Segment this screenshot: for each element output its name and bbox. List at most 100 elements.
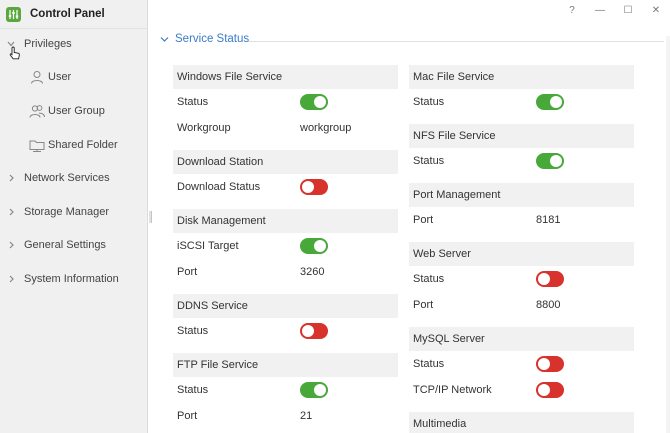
toggle-knob bbox=[538, 358, 550, 370]
chevron-right-icon bbox=[9, 241, 14, 249]
row-value: 8800 bbox=[536, 299, 561, 311]
card-row: Status bbox=[409, 266, 634, 292]
card-row: TCP/IP Network bbox=[409, 377, 634, 403]
sidebar: Control Panel Privileges User User Group… bbox=[0, 0, 148, 433]
card-title: MySQL Server bbox=[409, 327, 634, 351]
row-label: Port bbox=[177, 266, 198, 278]
chevron-right-icon bbox=[9, 174, 14, 182]
app-title: Control Panel bbox=[30, 8, 105, 20]
maximize-button[interactable]: ☐ bbox=[614, 0, 642, 20]
status-toggle[interactable] bbox=[536, 153, 564, 169]
status-toggle[interactable] bbox=[536, 94, 564, 110]
sidebar-item-label: User bbox=[48, 71, 72, 83]
row-label: Status bbox=[413, 273, 445, 285]
sidebar-item-system-information[interactable]: System Information bbox=[0, 264, 147, 294]
card-title: Download Station bbox=[173, 150, 398, 174]
row-label: Status bbox=[177, 325, 209, 337]
toggle-knob bbox=[314, 96, 326, 108]
toggle-knob bbox=[302, 325, 314, 337]
status-toggle[interactable] bbox=[300, 94, 328, 110]
row-label: Workgroup bbox=[177, 122, 231, 134]
status-toggle[interactable] bbox=[300, 382, 328, 398]
sidebar-item-user-group[interactable]: User Group bbox=[0, 96, 147, 126]
card-row: Status bbox=[409, 148, 634, 174]
card-download-station: Download Station Download Status bbox=[173, 150, 398, 200]
card-multimedia: Multimedia bbox=[409, 412, 634, 433]
resize-handle[interactable] bbox=[149, 211, 152, 223]
card-row: Port 21 bbox=[173, 403, 398, 429]
toggle-knob bbox=[538, 384, 550, 396]
card-ftp-file-service: FTP File Service Status Port 21 bbox=[173, 353, 398, 429]
row-label: Status bbox=[413, 155, 445, 167]
sidebar-item-storage-manager[interactable]: Storage Manager bbox=[0, 197, 147, 227]
section-header[interactable]: Service Status bbox=[160, 33, 249, 45]
card-title: Disk Management bbox=[173, 209, 398, 233]
card-title: Mac File Service bbox=[409, 65, 634, 89]
card-nfs-file-service: NFS File Service Status bbox=[409, 124, 634, 174]
row-label: Port bbox=[413, 299, 434, 311]
row-label: Status bbox=[177, 96, 209, 108]
scrollbar[interactable] bbox=[666, 36, 670, 433]
sidebar-item-general-settings[interactable]: General Settings bbox=[0, 230, 147, 260]
status-toggle[interactable] bbox=[536, 356, 564, 372]
row-label: Status bbox=[413, 358, 445, 370]
chevron-down-icon bbox=[160, 36, 169, 42]
sidebar-item-user[interactable]: User bbox=[0, 62, 147, 92]
card-title: DDNS Service bbox=[173, 294, 398, 318]
minimize-button[interactable]: — bbox=[586, 0, 614, 20]
card-row: Status bbox=[173, 377, 398, 403]
toggle-knob bbox=[314, 384, 326, 396]
card-row: Status bbox=[173, 89, 398, 115]
user-icon bbox=[31, 71, 43, 84]
toggle-knob bbox=[550, 155, 562, 167]
toggle-knob bbox=[550, 96, 562, 108]
help-button[interactable]: ? bbox=[558, 0, 586, 20]
row-label: Status bbox=[413, 96, 445, 108]
card-row: Status bbox=[173, 318, 398, 344]
card-row: Port 3260 bbox=[173, 259, 398, 285]
row-value: 21 bbox=[300, 410, 313, 422]
sidebar-item-label: Storage Manager bbox=[24, 206, 109, 218]
card-title: Web Server bbox=[409, 242, 634, 266]
card-row: Port 8181 bbox=[409, 207, 634, 233]
toggle-knob bbox=[302, 181, 314, 193]
sidebar-item-label: Network Services bbox=[24, 172, 110, 184]
status-toggle[interactable] bbox=[536, 271, 564, 287]
card-title: FTP File Service bbox=[173, 353, 398, 377]
card-title: Multimedia bbox=[409, 412, 634, 433]
card-title: Port Management bbox=[409, 183, 634, 207]
sidebar-item-label: General Settings bbox=[24, 239, 106, 251]
sidebar-item-label: System Information bbox=[24, 273, 119, 285]
status-toggle[interactable] bbox=[300, 323, 328, 339]
app-header: Control Panel bbox=[0, 0, 147, 29]
card-row: Status bbox=[409, 351, 634, 377]
row-label: Download Status bbox=[177, 181, 261, 193]
card-ddns-service: DDNS Service Status bbox=[173, 294, 398, 344]
section-title: Service Status bbox=[175, 33, 250, 45]
iscsi-target-toggle[interactable] bbox=[300, 238, 328, 254]
card-title: Windows File Service bbox=[173, 65, 398, 89]
card-row: Port 8800 bbox=[409, 292, 634, 318]
toggle-knob bbox=[314, 240, 326, 252]
close-button[interactable]: ✕ bbox=[642, 0, 670, 20]
section-divider bbox=[245, 41, 664, 42]
card-row: iSCSI Target bbox=[173, 233, 398, 259]
card-row: Download Status bbox=[173, 174, 398, 200]
sidebar-item-network-services[interactable]: Network Services bbox=[0, 163, 147, 193]
user-group-icon bbox=[29, 105, 45, 118]
tcp-ip-network-toggle[interactable] bbox=[536, 382, 564, 398]
row-value: workgroup bbox=[300, 122, 352, 134]
row-value: 3260 bbox=[300, 266, 325, 278]
download-status-toggle[interactable] bbox=[300, 179, 328, 195]
card-title: NFS File Service bbox=[409, 124, 634, 148]
card-row: Status bbox=[409, 89, 634, 115]
card-row: Workgroup workgroup bbox=[173, 115, 398, 141]
sidebar-item-label: Shared Folder bbox=[48, 139, 118, 151]
sidebar-item-label: User Group bbox=[48, 105, 105, 117]
row-label: iSCSI Target bbox=[177, 240, 239, 252]
sidebar-item-privileges[interactable]: Privileges bbox=[0, 29, 147, 59]
window-controls: ? — ☐ ✕ bbox=[558, 0, 670, 20]
card-mac-file-service: Mac File Service Status bbox=[409, 65, 634, 115]
row-value: 8181 bbox=[536, 214, 561, 226]
sidebar-item-shared-folder[interactable]: Shared Folder bbox=[0, 130, 147, 160]
